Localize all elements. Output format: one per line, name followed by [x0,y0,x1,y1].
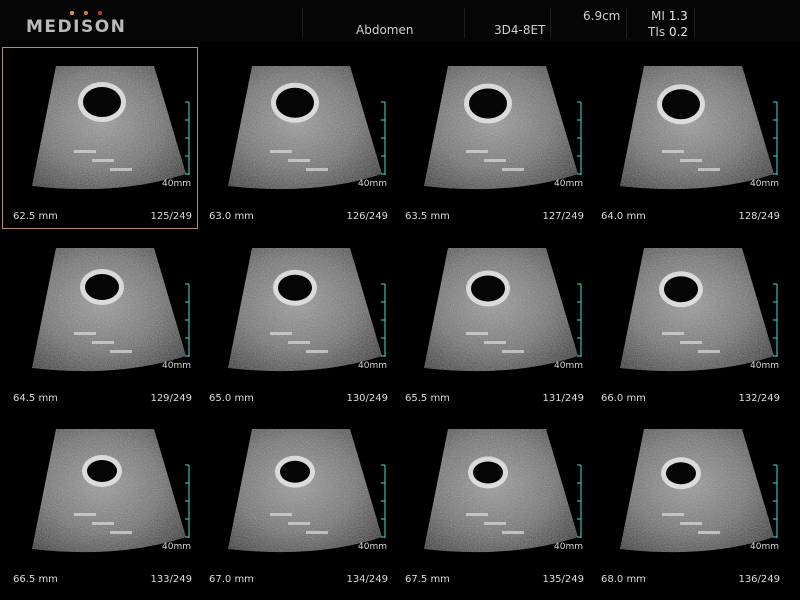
ultrasound-image [620,429,778,553]
ultrasound-image [424,66,582,190]
depth-scale-label: 40mm [750,542,779,552]
slice-position-label: 65.0 mm [209,393,254,404]
slice-cell[interactable]: 40mm 67.5 mm 135/249 [396,413,592,595]
slice-index-label: 127/249 [542,211,584,222]
slice-cell[interactable]: 40mm 63.5 mm 127/249 [396,50,592,232]
slice-cell[interactable]: 40mm 66.0 mm 132/249 [592,232,788,414]
slice-index-label: 129/249 [150,393,192,404]
depth-scale-label: 40mm [750,179,779,189]
ultrasound-image [228,429,386,553]
slice-position-label: 63.0 mm [209,211,254,222]
depth-scale-label: 40mm [554,361,583,371]
slice-index-label: 132/249 [738,393,780,404]
slice-position-label: 64.0 mm [601,211,646,222]
slice-index-label: 136/249 [738,574,780,585]
ultrasound-image [424,248,582,372]
slice-cell[interactable]: 40mm 67.0 mm 134/249 [200,413,396,595]
ultrasound-image [32,66,190,190]
slice-position-label: 67.5 mm [405,574,450,585]
slice-cell[interactable]: 40mm 62.5 mm 125/249 [2,47,200,232]
slice-cell[interactable]: 40mm 63.0 mm 126/249 [200,50,396,232]
slice-index-label: 125/249 [150,211,192,222]
depth-scale-label: 40mm [162,542,191,552]
ultrasound-image [32,429,190,553]
slice-position-label: 66.0 mm [601,393,646,404]
slice-cell[interactable]: 40mm 68.0 mm 136/249 [592,413,788,595]
depth-scale-label: 40mm [554,542,583,552]
slice-cell[interactable]: 40mm 65.0 mm 130/249 [200,232,396,414]
slice-position-label: 63.5 mm [405,211,450,222]
slice-position-label: 62.5 mm [13,211,58,222]
slice-cell[interactable]: 40mm 65.5 mm 131/249 [396,232,592,414]
slice-cell[interactable]: 40mm 64.0 mm 128/249 [592,50,788,232]
depth-scale-label: 40mm [358,542,387,552]
depth-scale-label: 40mm [162,179,191,189]
slice-index-label: 131/249 [542,393,584,404]
slice-index-label: 133/249 [150,574,192,585]
slice-index-label: 128/249 [738,211,780,222]
slice-position-label: 67.0 mm [209,574,254,585]
depth-scale-label: 40mm [750,361,779,371]
ultrasound-image [32,248,190,372]
depth-scale-label: 40mm [358,361,387,371]
slice-cell[interactable]: 40mm 66.5 mm 133/249 [4,413,200,595]
ultrasound-image [228,66,386,190]
ultrasound-image [424,429,582,553]
depth-scale-label: 40mm [358,179,387,189]
slice-index-label: 126/249 [346,211,388,222]
slice-grid: 40mm 62.5 mm 125/249 40mm 63.0 mm 126/249 40mm… [0,0,800,600]
ultrasound-image [228,248,386,372]
slice-index-label: 135/249 [542,574,584,585]
slice-position-label: 66.5 mm [13,574,58,585]
slice-position-label: 65.5 mm [405,393,450,404]
slice-cell[interactable]: 40mm 64.5 mm 129/249 [4,232,200,414]
ultrasound-image [620,66,778,190]
depth-scale-label: 40mm [554,179,583,189]
slice-position-label: 68.0 mm [601,574,646,585]
slice-position-label: 64.5 mm [13,393,58,404]
slice-index-label: 134/249 [346,574,388,585]
ultrasound-image [620,248,778,372]
slice-index-label: 130/249 [346,393,388,404]
depth-scale-label: 40mm [162,361,191,371]
